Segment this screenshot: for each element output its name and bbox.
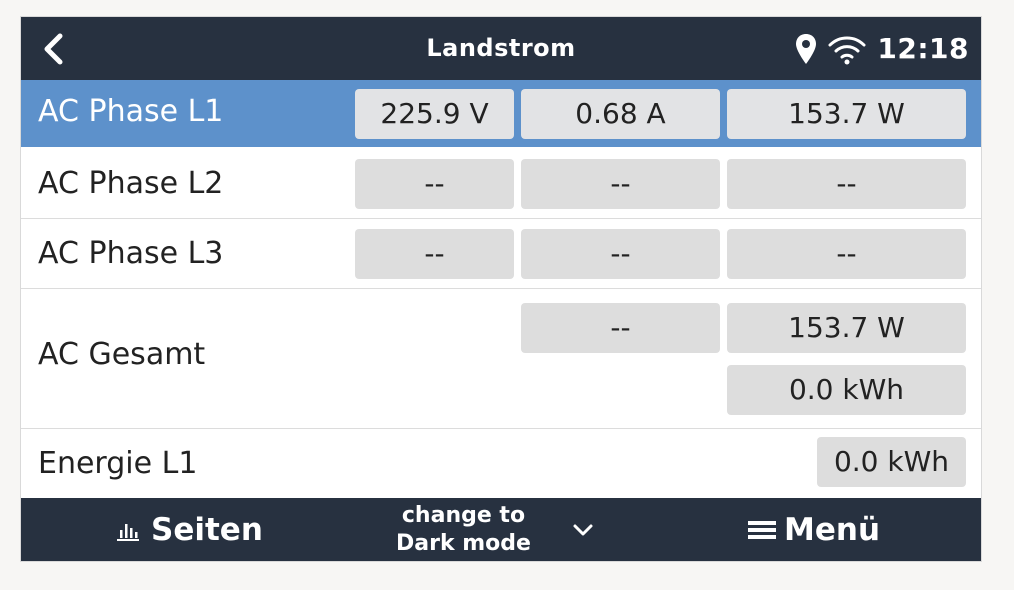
device-screen: Landstrom 12:18 AC Phase L1 225.9 V 0.68… xyxy=(20,16,982,562)
bottom-bar: Seiten change to Dark mode Menü xyxy=(21,498,981,561)
dark-mode-toggle[interactable]: change to Dark mode xyxy=(396,501,595,559)
hamburger-menu-icon xyxy=(748,520,776,539)
current-value: -- xyxy=(521,159,720,209)
status-area: 12:18 xyxy=(795,17,969,80)
energy-value: 0.0 kWh xyxy=(817,437,966,487)
current-value: -- xyxy=(521,229,720,279)
row-label: AC Phase L1 xyxy=(38,94,224,129)
voltage-value: 225.9 V xyxy=(355,89,514,139)
energy-value: 0.0 kWh xyxy=(727,365,966,415)
list-item-ac-total[interactable]: AC Gesamt -- 153.7 W 0.0 kWh xyxy=(21,289,981,429)
row-label: AC Phase L3 xyxy=(38,236,224,271)
row-label: Energie L1 xyxy=(38,446,198,481)
power-value: -- xyxy=(727,159,966,209)
power-value: 153.7 W xyxy=(727,89,966,139)
dark-mode-line1: change to xyxy=(401,503,526,528)
list-item-ac-phase-l1[interactable]: AC Phase L1 225.9 V 0.68 A 153.7 W xyxy=(21,80,981,147)
current-value: 0.68 A xyxy=(521,89,720,139)
menu-button[interactable]: Menü xyxy=(748,498,880,561)
chevron-down-icon xyxy=(573,524,593,536)
power-value: -- xyxy=(727,229,966,279)
pages-label: Seiten xyxy=(151,511,263,548)
pages-button[interactable]: Seiten xyxy=(115,498,263,561)
bar-chart-icon xyxy=(117,523,139,541)
wifi-icon xyxy=(828,35,866,64)
list-item-energy-l1[interactable]: Energie L1 0.0 kWh xyxy=(21,429,981,500)
list-item-ac-phase-l3[interactable]: AC Phase L3 -- -- -- xyxy=(21,219,981,289)
menu-label: Menü xyxy=(784,511,881,548)
top-bar: Landstrom 12:18 xyxy=(21,17,981,80)
location-pin-icon xyxy=(796,33,817,64)
dark-mode-line2: Dark mode xyxy=(396,531,531,556)
clock: 12:18 xyxy=(877,32,969,65)
voltage-value: -- xyxy=(355,229,514,279)
row-label: AC Phase L2 xyxy=(38,166,224,201)
row-label: AC Gesamt xyxy=(38,337,206,372)
power-value: 153.7 W xyxy=(727,303,966,353)
list-item-ac-phase-l2[interactable]: AC Phase L2 -- -- -- xyxy=(21,149,981,219)
voltage-value: -- xyxy=(355,159,514,209)
dark-mode-label: change to Dark mode xyxy=(396,502,531,558)
current-value: -- xyxy=(521,303,720,353)
